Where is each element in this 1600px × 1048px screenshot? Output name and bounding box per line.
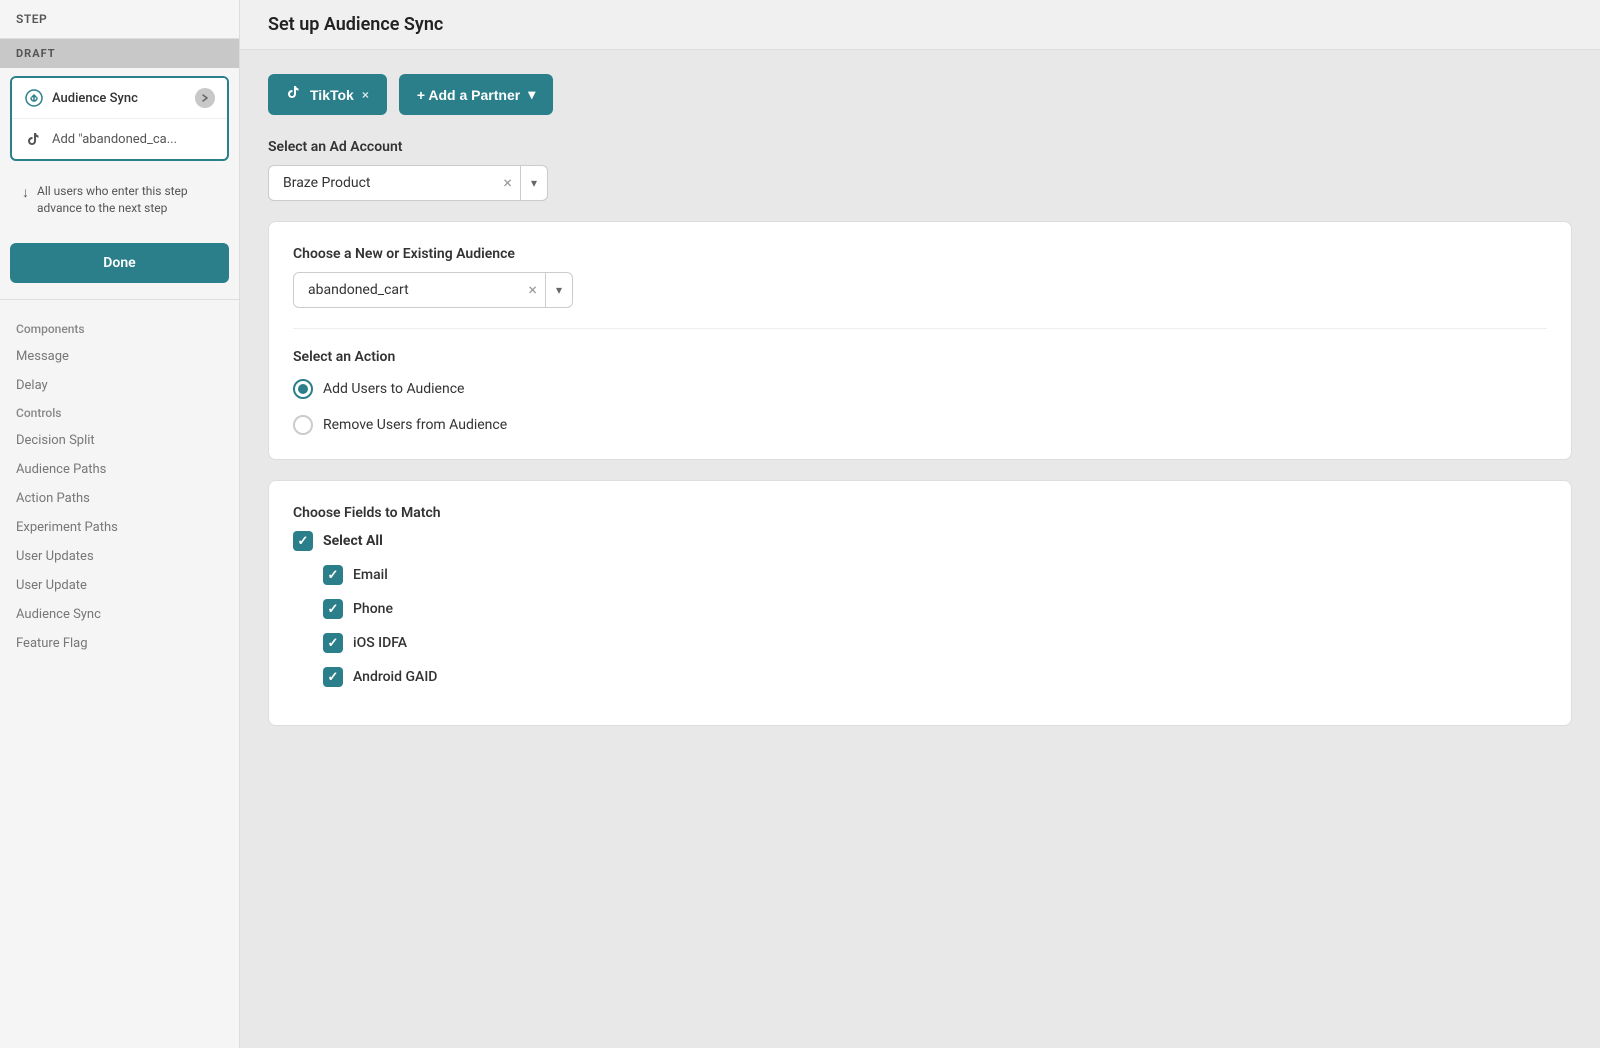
sidebar-nav-audience-sync[interactable]: Audience Sync — [0, 600, 239, 629]
audience-value: abandoned_cart — [294, 273, 520, 307]
components-section-label: Components — [0, 316, 239, 342]
info-arrow-icon: ↓ — [22, 184, 29, 204]
audience-section: Choose a New or Existing Audience abando… — [293, 246, 1547, 308]
email-label: Email — [353, 567, 388, 583]
main-content: TikTok × + Add a Partner ▾ Select an Ad … — [240, 50, 1600, 1048]
ad-account-value: Braze Product — [269, 166, 495, 200]
android-field-row[interactable]: Android GAID — [323, 667, 1547, 687]
info-box: ↓ All users who enter this step advance … — [10, 173, 229, 227]
info-text: All users who enter this step advance to… — [37, 183, 217, 217]
ios-field-row[interactable]: iOS IDFA — [323, 633, 1547, 653]
sidebar: Step DRAFT Audience Sync — [0, 0, 240, 1048]
phone-label: Phone — [353, 601, 393, 617]
add-users-label: Add Users to Audience — [323, 381, 464, 397]
audience-label: Choose a New or Existing Audience — [293, 246, 1547, 262]
main-panel: Set up Audience Sync TikTok × + Add a Pa… — [240, 0, 1600, 1048]
audience-sync-label: Audience Sync — [52, 91, 138, 106]
tiktok-button[interactable]: TikTok × — [268, 74, 387, 115]
sidebar-nav-feature-flag[interactable]: Feature Flag — [0, 629, 239, 658]
step-label: Step — [16, 12, 47, 26]
radio-group: Add Users to Audience Remove Users from … — [293, 379, 1547, 435]
audience-select[interactable]: abandoned_cart × ▾ — [293, 272, 573, 308]
sidebar-nav-decision-split[interactable]: Decision Split — [0, 426, 239, 455]
ad-account-chevron-icon[interactable]: ▾ — [521, 176, 547, 190]
sidebar-nav-experiment-paths[interactable]: Experiment Paths — [0, 513, 239, 542]
ad-account-clear-icon[interactable]: × — [495, 166, 521, 200]
main-header: Set up Audience Sync — [240, 0, 1600, 50]
draft-badge: DRAFT — [0, 39, 239, 68]
tiktok-icon — [24, 129, 44, 149]
android-label: Android GAID — [353, 669, 437, 685]
audience-sync-item[interactable]: Audience Sync — [12, 78, 227, 119]
audience-chevron-icon[interactable]: ▾ — [546, 283, 572, 297]
sidebar-nav-message[interactable]: Message — [0, 342, 239, 371]
select-all-checkbox[interactable] — [293, 531, 313, 551]
action-section: Select an Action Add Users to Audience R… — [293, 349, 1547, 435]
ad-account-select[interactable]: Braze Product × ▾ — [268, 165, 548, 201]
sidebar-nav-action-paths[interactable]: Action Paths — [0, 484, 239, 513]
add-partner-button[interactable]: + Add a Partner ▾ — [399, 74, 553, 115]
add-users-option[interactable]: Add Users to Audience — [293, 379, 1547, 399]
audience-sync-icon — [24, 88, 44, 108]
add-partner-label: + Add a Partner — [417, 87, 520, 103]
ios-checkbox[interactable] — [323, 633, 343, 653]
sidebar-nav-user-updates[interactable]: User Updates — [0, 542, 239, 571]
phone-field-row[interactable]: Phone — [323, 599, 1547, 619]
ad-account-label: Select an Ad Account — [268, 139, 1572, 155]
tiktok-close-icon[interactable]: × — [362, 88, 369, 102]
partner-buttons: TikTok × + Add a Partner ▾ — [268, 74, 1572, 115]
sidebar-divider — [0, 299, 239, 300]
sidebar-nav: Components Message Delay Controls Decisi… — [0, 308, 239, 1048]
tiktok-button-label: TikTok — [310, 87, 354, 103]
add-abandoned-cart-label: Add "abandoned_ca... — [52, 132, 177, 147]
page-title: Set up Audience Sync — [268, 14, 1572, 35]
remove-users-radio[interactable] — [293, 415, 313, 435]
sidebar-nav-audience-paths[interactable]: Audience Paths — [0, 455, 239, 484]
add-partner-chevron-icon: ▾ — [528, 86, 535, 103]
sidebar-nav-delay[interactable]: Delay — [0, 371, 239, 400]
controls-section-label: Controls — [0, 400, 239, 426]
fields-label: Choose Fields to Match — [293, 505, 1547, 521]
add-users-radio[interactable] — [293, 379, 313, 399]
selected-step-card[interactable]: Audience Sync Add "abandoned_ca... — [10, 76, 229, 161]
audience-action-card: Choose a New or Existing Audience abando… — [268, 221, 1572, 460]
field-checkboxes: Email Phone iOS IDFA Android GAID — [323, 565, 1547, 701]
select-all-label: Select All — [323, 533, 383, 549]
remove-users-option[interactable]: Remove Users from Audience — [293, 415, 1547, 435]
add-abandoned-cart-item[interactable]: Add "abandoned_ca... — [12, 119, 227, 159]
step-header: Step — [0, 0, 239, 39]
sidebar-nav-user-update[interactable]: User Update — [0, 571, 239, 600]
ios-label: iOS IDFA — [353, 635, 407, 651]
action-label: Select an Action — [293, 349, 1547, 365]
android-checkbox[interactable] — [323, 667, 343, 687]
remove-users-label: Remove Users from Audience — [323, 417, 507, 433]
expand-chevron[interactable] — [195, 88, 215, 108]
ad-account-section: Select an Ad Account Braze Product × ▾ — [268, 139, 1572, 201]
phone-checkbox[interactable] — [323, 599, 343, 619]
tiktok-button-icon — [286, 84, 302, 105]
section-divider-1 — [293, 328, 1547, 329]
select-all-row[interactable]: Select All — [293, 531, 1547, 551]
done-button[interactable]: Done — [10, 243, 229, 283]
fields-card: Choose Fields to Match Select All Email … — [268, 480, 1572, 726]
draft-badge-text: DRAFT — [16, 47, 56, 60]
audience-clear-icon[interactable]: × — [520, 273, 546, 307]
email-checkbox[interactable] — [323, 565, 343, 585]
email-field-row[interactable]: Email — [323, 565, 1547, 585]
